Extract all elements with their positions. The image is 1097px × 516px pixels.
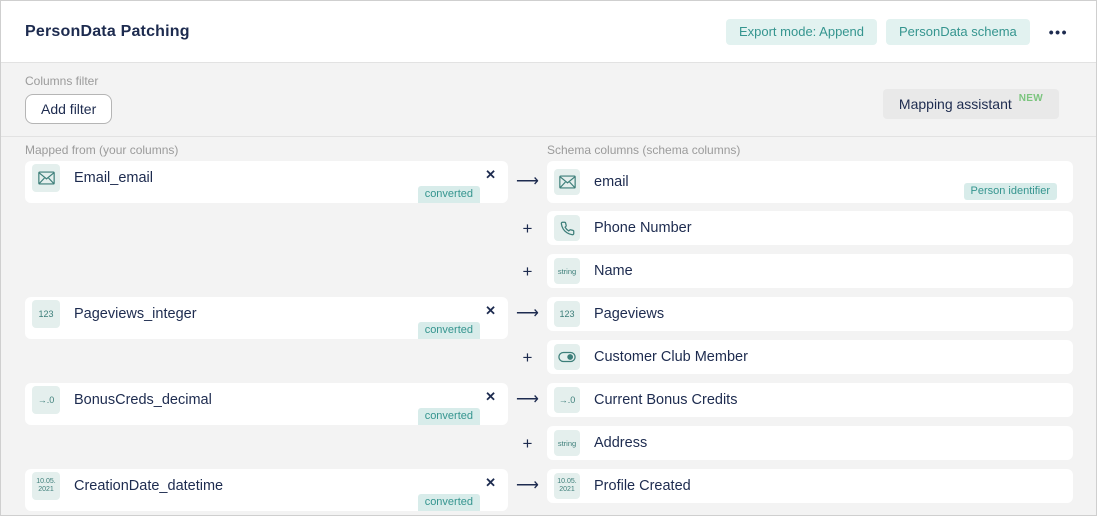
schema-column-card[interactable]: email Person identifier bbox=[547, 161, 1073, 203]
mapping-row: →.0 BonusCreds_decimal ✕ converted ⟶ →.0 Curre… bbox=[25, 383, 1073, 425]
source-column-cell: Email_email ✕ converted bbox=[25, 161, 508, 203]
add-mapping-button[interactable]: + bbox=[508, 426, 547, 460]
datetime-icon: 10.05. 2021 bbox=[554, 473, 580, 499]
add-mapping-button[interactable]: + bbox=[508, 254, 547, 288]
mapping-assistant-button[interactable]: Mapping assistant NEW bbox=[882, 89, 1059, 119]
converted-badge: converted bbox=[417, 408, 480, 425]
schema-button[interactable]: PersonData schema bbox=[886, 18, 1030, 45]
integer-icon: 123 bbox=[32, 300, 60, 328]
schema-column-cell: 10.05. 2021 Profile Created bbox=[547, 469, 1073, 503]
column-label: Phone Number bbox=[594, 220, 692, 236]
converted-badge: converted bbox=[417, 322, 480, 339]
source-column-card[interactable]: →.0 BonusCreds_decimal ✕ converted bbox=[25, 383, 508, 425]
schema-columns-header: Schema columns (schema columns) bbox=[547, 143, 741, 157]
mapping-row: Email_email ✕ converted ⟶ email Person identi… bbox=[25, 161, 1073, 203]
schema-column-card[interactable]: 123 Pageviews bbox=[547, 297, 1073, 331]
ellipsis-icon: ••• bbox=[1048, 23, 1068, 40]
mapping-arrow-icon: ⟶ bbox=[516, 477, 539, 494]
mapping-arrow-icon: ⟶ bbox=[516, 173, 539, 190]
column-label: Pageviews_integer bbox=[74, 306, 197, 322]
column-label: Email_email bbox=[74, 170, 153, 186]
schema-column-cell: string Address bbox=[547, 426, 1073, 460]
header-actions: Export mode: Append PersonData schema ••… bbox=[725, 18, 1074, 45]
mapped-from-header: Mapped from (your columns) bbox=[25, 143, 179, 157]
column-label: Address bbox=[594, 435, 648, 451]
mapping-row: + Customer Club Member bbox=[25, 340, 1073, 374]
source-column-cell: 10.05. 2021 CreationDate_datetime ✕ converte… bbox=[25, 469, 508, 511]
remove-mapping-button[interactable]: ✕ bbox=[483, 166, 498, 183]
mapping-rows: Email_email ✕ converted ⟶ email Person identi… bbox=[25, 161, 1073, 511]
schema-column-card[interactable]: Customer Club Member bbox=[547, 340, 1073, 374]
column-label: Current Bonus Credits bbox=[594, 392, 738, 408]
phone-icon bbox=[554, 215, 580, 241]
integer-icon: 123 bbox=[554, 301, 580, 327]
column-label: BonusCreds_decimal bbox=[74, 392, 212, 408]
schema-column-card[interactable]: 10.05. 2021 Profile Created bbox=[547, 469, 1073, 503]
schema-column-cell: 123 Pageviews bbox=[547, 297, 1073, 331]
email-icon bbox=[554, 169, 580, 195]
add-filter-button[interactable]: Add filter bbox=[25, 94, 113, 124]
string-icon: string bbox=[554, 430, 580, 456]
source-column-card[interactable]: Email_email ✕ converted bbox=[25, 161, 508, 203]
column-label: CreationDate_datetime bbox=[74, 478, 224, 494]
remove-mapping-button[interactable]: ✕ bbox=[483, 302, 498, 319]
schema-column-card[interactable]: Phone Number bbox=[547, 211, 1073, 245]
string-icon: string bbox=[554, 258, 580, 284]
schema-column-cell: Phone Number bbox=[547, 211, 1073, 245]
column-label: Profile Created bbox=[594, 478, 691, 494]
converted-badge: converted bbox=[417, 494, 480, 511]
mapping-row: + Phone Number bbox=[25, 211, 1073, 245]
schema-column-cell: Customer Club Member bbox=[547, 340, 1073, 374]
schema-column-cell: email Person identifier bbox=[547, 161, 1073, 203]
mapping-assistant-label: Mapping assistant bbox=[898, 96, 1012, 112]
decimal-icon: →.0 bbox=[554, 387, 580, 413]
source-column-card[interactable]: 123 Pageviews_integer ✕ converted bbox=[25, 297, 508, 339]
schema-column-card[interactable]: string Name bbox=[547, 254, 1073, 288]
mapping-arrow-icon: ⟶ bbox=[516, 305, 539, 322]
columns-filter-label: Columns filter bbox=[25, 74, 99, 88]
column-label: Customer Club Member bbox=[594, 349, 748, 365]
new-badge: NEW bbox=[1018, 93, 1043, 104]
schema-column-card[interactable]: string Address bbox=[547, 426, 1073, 460]
schema-column-cell: →.0 Current Bonus Credits bbox=[547, 383, 1073, 417]
persondata-patching-panel: PersonData Patching Export mode: Append … bbox=[0, 0, 1097, 516]
datetime-icon: 10.05. 2021 bbox=[32, 472, 60, 500]
add-mapping-button[interactable]: + bbox=[508, 211, 547, 245]
source-column-cell: →.0 BonusCreds_decimal ✕ converted bbox=[25, 383, 508, 425]
mapping-row: + string Name bbox=[25, 254, 1073, 288]
column-label: Pageviews bbox=[594, 306, 665, 322]
column-label: Name bbox=[594, 263, 633, 279]
decimal-icon: →.0 bbox=[32, 386, 60, 414]
more-menu-button[interactable]: ••• bbox=[1043, 20, 1074, 44]
schema-column-cell: string Name bbox=[547, 254, 1073, 288]
boolean-icon bbox=[554, 344, 580, 370]
remove-mapping-button[interactable]: ✕ bbox=[483, 474, 498, 491]
mapping-section: Mapped from (your columns) Schema column… bbox=[1, 137, 1096, 515]
header: PersonData Patching Export mode: Append … bbox=[1, 1, 1096, 63]
mapping-row: 123 Pageviews_integer ✕ converted ⟶ 123 Pagevi… bbox=[25, 297, 1073, 339]
person-identifier-badge: Person identifier bbox=[963, 183, 1057, 200]
mapping-arrow-icon: ⟶ bbox=[516, 391, 539, 408]
export-mode-button[interactable]: Export mode: Append bbox=[725, 18, 877, 45]
column-label: email bbox=[594, 174, 629, 190]
source-column-cell: 123 Pageviews_integer ✕ converted bbox=[25, 297, 508, 339]
columns-filter-section: Columns filter Add filter Mapping assist… bbox=[1, 63, 1096, 137]
add-mapping-button[interactable]: + bbox=[508, 340, 547, 374]
mapping-row: 10.05. 2021 CreationDate_datetime ✕ converte… bbox=[25, 469, 1073, 511]
source-column-card[interactable]: 10.05. 2021 CreationDate_datetime ✕ converte… bbox=[25, 469, 508, 511]
converted-badge: converted bbox=[417, 186, 480, 203]
mapping-row: + string Address bbox=[25, 426, 1073, 460]
schema-column-card[interactable]: →.0 Current Bonus Credits bbox=[547, 383, 1073, 417]
page-title: PersonData Patching bbox=[25, 22, 190, 40]
remove-mapping-button[interactable]: ✕ bbox=[483, 388, 498, 405]
email-icon bbox=[32, 164, 60, 192]
column-headers: Mapped from (your columns) Schema column… bbox=[25, 143, 1073, 157]
